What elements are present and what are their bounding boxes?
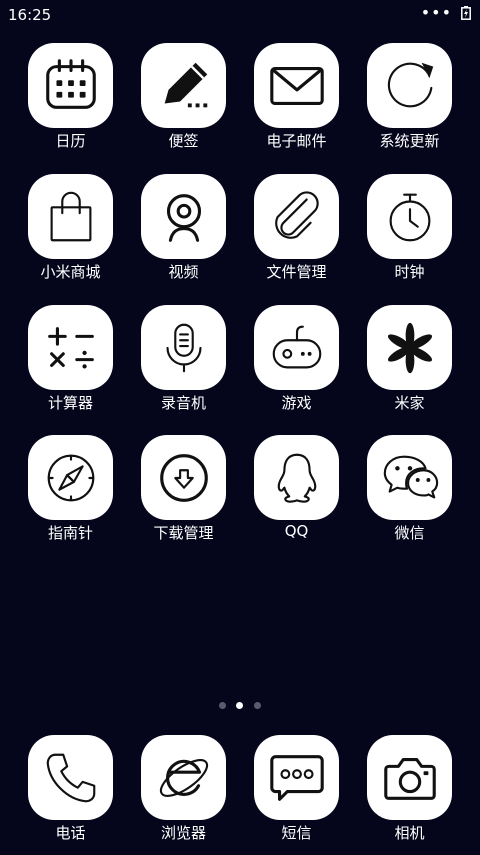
microphone-icon (165, 323, 202, 372)
app-games[interactable]: 游戏 (240, 305, 353, 425)
message-icon (269, 754, 324, 801)
app-notes[interactable]: 便签 (127, 43, 240, 163)
stopwatch-icon (389, 193, 430, 241)
phone-icon (46, 753, 95, 802)
app-label: 微信 (394, 524, 425, 542)
calendar-icon (45, 58, 96, 109)
app-calendar[interactable]: 日历 (14, 43, 127, 163)
app-label: 相机 (394, 824, 425, 842)
app-label: 下载管理 (153, 524, 214, 542)
app-label: 录音机 (160, 394, 206, 412)
app-label: 日历 (55, 132, 86, 150)
app-qq[interactable]: QQ (240, 435, 353, 555)
more-dots-icon: ••• (420, 3, 452, 22)
app-label: 指南针 (47, 524, 93, 542)
app-label: 短信 (281, 824, 312, 842)
app-label: 浏览器 (160, 824, 206, 842)
dock-phone[interactable]: 电话 (14, 735, 127, 855)
browser-icon (159, 758, 208, 797)
download-icon (159, 453, 208, 502)
camera-icon (383, 757, 436, 800)
app-mi-store[interactable]: 小米商城 (14, 174, 127, 294)
app-label: 米家 (394, 394, 425, 412)
app-label: 系统更新 (379, 132, 440, 150)
app-system-update[interactable]: 系统更新 (353, 43, 466, 163)
page-dot[interactable] (219, 702, 226, 709)
app-calculator[interactable]: 计算器 (14, 305, 127, 425)
status-time: 16:25 (8, 6, 52, 24)
refresh-icon (387, 62, 433, 107)
app-label: 电话 (55, 824, 86, 842)
app-download-manager[interactable]: 下载管理 (127, 435, 240, 555)
app-compass[interactable]: 指南针 (14, 435, 127, 555)
app-label: 视频 (168, 263, 199, 281)
app-mijia[interactable]: 米家 (353, 305, 466, 425)
page-indicator (0, 702, 480, 712)
mail-envelope-icon (269, 66, 324, 105)
app-clock[interactable]: 时钟 (353, 174, 466, 294)
dock-browser[interactable]: 浏览器 (127, 735, 240, 855)
wechat-icon (383, 455, 438, 498)
app-label: QQ (284, 522, 309, 540)
shopping-bag-icon (50, 191, 91, 241)
app-label: 文件管理 (266, 263, 327, 281)
battery-charging-icon (461, 6, 471, 20)
gamepad-icon (272, 325, 321, 368)
calculator-icon (47, 326, 94, 369)
app-label: 小米商城 (40, 263, 101, 281)
app-video[interactable]: 视频 (127, 174, 240, 294)
app-label: 时钟 (394, 263, 425, 281)
page-dot[interactable] (254, 702, 261, 709)
paperclip-icon (274, 190, 319, 239)
asterisk-flower-icon (387, 322, 432, 373)
app-file-manager[interactable]: 文件管理 (240, 174, 353, 294)
app-recorder[interactable]: 录音机 (127, 305, 240, 425)
webcam-icon (166, 193, 201, 242)
status-bar: 16:25 ••• (0, 0, 480, 28)
qq-penguin-icon (277, 453, 316, 503)
dock-messages[interactable]: 短信 (240, 735, 353, 855)
app-wechat[interactable]: 微信 (353, 435, 466, 555)
app-label: 电子邮件 (266, 132, 327, 150)
dock-camera[interactable]: 相机 (353, 735, 466, 855)
compass-icon (47, 454, 94, 501)
app-label: 游戏 (281, 394, 312, 412)
app-email[interactable]: 电子邮件 (240, 43, 353, 163)
notes-pencil-icon (164, 62, 207, 107)
page-dot-active[interactable] (236, 702, 243, 709)
app-label: 计算器 (47, 394, 93, 412)
app-label: 便签 (168, 132, 199, 150)
